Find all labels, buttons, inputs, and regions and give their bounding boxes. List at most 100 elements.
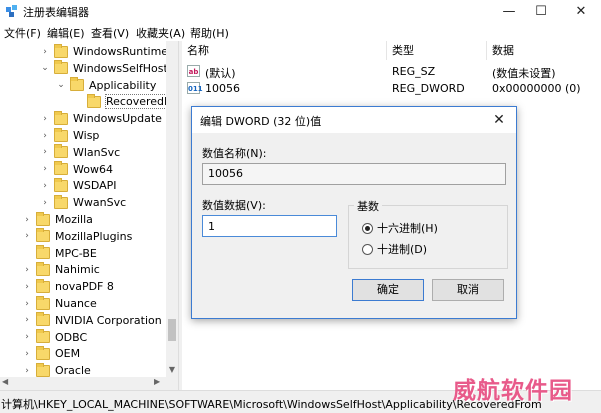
radio-checked-icon[interactable] [362, 222, 373, 234]
tree-item[interactable]: MPC-BE [22, 245, 97, 262]
tree-item[interactable]: › Wisp [40, 127, 99, 144]
tree-item[interactable]: › OEM [22, 345, 80, 362]
tree-item[interactable]: › Wow64 [40, 161, 113, 178]
tree-item-label: WindowsUpdate [73, 112, 162, 126]
column-header-data[interactable]: 数据 [487, 41, 601, 60]
minimize-button[interactable]: — [494, 0, 524, 22]
tree-item[interactable]: › Oracle [22, 362, 91, 377]
dialog-close-button[interactable]: ✕ [488, 110, 510, 130]
tree-item[interactable]: › Nahimic [22, 261, 100, 278]
value-name-field: 10056 [202, 163, 506, 185]
scroll-down-arrow-icon[interactable]: ▼ [166, 365, 178, 377]
tree-scroll-thumb[interactable] [168, 319, 176, 341]
chevron-down-icon[interactable]: ⌄ [56, 80, 66, 90]
tree-item[interactable]: › Mozilla [22, 211, 93, 228]
scroll-right-arrow-icon[interactable]: ▶ [154, 377, 160, 386]
chevron-down-icon[interactable]: ⌄ [40, 63, 50, 73]
tree-item[interactable]: › novaPDF 8 [22, 278, 114, 295]
tree-item-label: WindowsRuntime [73, 45, 169, 58]
scroll-left-arrow-icon[interactable]: ◀ [2, 377, 8, 386]
folder-icon [87, 93, 101, 108]
tree-item[interactable]: › MozillaPlugins [22, 228, 132, 245]
base-group-title: 基数 [354, 198, 382, 214]
chevron-right-icon[interactable]: › [22, 332, 32, 342]
tree-item-label: Nahimic [55, 263, 100, 277]
chevron-right-icon[interactable]: › [40, 198, 50, 208]
folder-icon [54, 194, 68, 209]
menu-help[interactable]: 帮助(H) [190, 25, 229, 41]
folder-icon [36, 245, 50, 260]
folder-icon [54, 60, 68, 75]
menu-view[interactable]: 查看(V) [91, 25, 129, 41]
tree-item[interactable]: › Nuance [22, 295, 97, 312]
tree-item-label: RecoveredFr [104, 94, 176, 110]
folder-icon [54, 144, 68, 159]
column-header-name[interactable]: 名称 [182, 41, 387, 60]
radio-hexadecimal[interactable]: 十六进制(H) [362, 220, 438, 236]
radio-unchecked-icon[interactable] [362, 243, 373, 255]
radio-decimal[interactable]: 十进制(D) [362, 241, 427, 257]
folder-icon [36, 278, 50, 293]
tree-item[interactable]: › WwanSvc [40, 194, 126, 211]
tree-item[interactable]: ⌄ WindowsSelfHost [40, 60, 168, 77]
radio-dec-label: 十进制(D) [377, 243, 428, 256]
column-header-type[interactable]: 类型 [387, 41, 487, 60]
menu-file[interactable]: 文件(F) [4, 25, 41, 41]
maximize-button[interactable]: ☐ [526, 0, 556, 22]
cancel-button[interactable]: 取消 [432, 279, 504, 301]
chevron-right-icon[interactable]: › [40, 114, 50, 124]
value-row[interactable]: 011 10056 REG_DWORD 0x00000000 (0) [182, 80, 601, 97]
folder-icon [70, 77, 84, 92]
chevron-right-icon[interactable]: › [22, 231, 32, 241]
folder-icon [54, 127, 68, 142]
value-type: REG_SZ [392, 65, 436, 78]
chevron-right-icon[interactable]: › [22, 315, 32, 325]
value-data-input[interactable] [202, 215, 337, 237]
folder-icon [36, 211, 50, 226]
tree-item-label: novaPDF 8 [55, 280, 114, 294]
tree-item[interactable]: RecoveredFr [73, 93, 176, 110]
tree-item-label: MPC-BE [55, 246, 97, 260]
tree-item[interactable]: › WindowsRuntime [40, 43, 168, 60]
chevron-right-icon[interactable]: › [40, 131, 50, 141]
tree-item-label: MozillaPlugins [55, 229, 133, 243]
chevron-right-icon[interactable]: › [22, 366, 32, 376]
folder-icon [54, 43, 68, 58]
value-row[interactable]: ab (默认) REG_SZ (数值未设置) [182, 63, 601, 80]
tree-item-label: WSDAPI [73, 179, 117, 193]
dialog-title: 编辑 DWORD (32 位)值 [200, 115, 322, 128]
tree-item[interactable]: › NVIDIA Corporation [22, 312, 162, 329]
folder-icon [36, 329, 50, 344]
tree-item[interactable]: › WlanSvc [40, 144, 120, 161]
chevron-right-icon[interactable]: › [40, 181, 50, 191]
folder-icon [36, 228, 50, 243]
value-name: (默认) [205, 67, 236, 80]
chevron-right-icon[interactable]: › [40, 164, 50, 174]
tree-item-label: ODBC [55, 330, 88, 344]
folder-icon [36, 362, 50, 377]
tree-vertical-scrollbar[interactable]: ▼ [166, 41, 178, 377]
ok-button[interactable]: 确定 [352, 279, 424, 301]
chevron-right-icon[interactable]: › [22, 265, 32, 275]
chevron-right-icon[interactable]: › [22, 299, 32, 309]
value-name-label: 数值名称(N): [202, 147, 267, 160]
tree-horizontal-scrollbar[interactable]: ◀ ▶ [0, 377, 178, 390]
tree-item[interactable]: ⌄ Applicability [56, 77, 156, 94]
menu-favorites[interactable]: 收藏夹(A) [136, 25, 185, 41]
string-value-icon: ab [187, 65, 200, 77]
registry-key-tree[interactable]: › WindowsRuntime ⌄ WindowsSelfHost ⌄ Applicab… [0, 41, 178, 377]
base-groupbox [348, 205, 508, 269]
chevron-right-icon[interactable]: › [40, 147, 50, 157]
tree-item[interactable]: › WSDAPI [40, 177, 117, 194]
title-bar: 注册表编辑器 — ☐ ✕ [0, 0, 601, 22]
close-window-button[interactable]: ✕ [566, 0, 596, 22]
chevron-right-icon[interactable]: › [22, 349, 32, 359]
chevron-right-icon[interactable]: › [40, 47, 50, 57]
chevron-right-icon[interactable]: › [22, 215, 32, 225]
tree-item[interactable]: › ODBC [22, 329, 87, 346]
tree-item-label: NVIDIA Corporation [55, 313, 162, 327]
chevron-right-icon[interactable]: › [22, 282, 32, 292]
dialog-title-bar[interactable]: 编辑 DWORD (32 位)值 ✕ [192, 107, 516, 133]
menu-edit[interactable]: 编辑(E) [47, 25, 85, 41]
tree-item[interactable]: › WindowsUpdate [40, 110, 162, 127]
